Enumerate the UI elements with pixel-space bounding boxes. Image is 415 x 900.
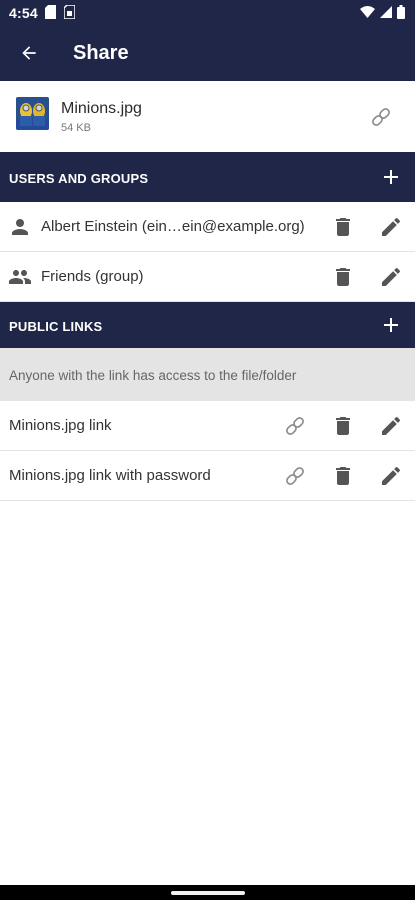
edit-link-button[interactable] (379, 464, 403, 488)
edit-share-button[interactable] (379, 265, 403, 289)
back-button[interactable] (14, 38, 44, 68)
share-row-group[interactable]: Friends (group) (0, 252, 415, 302)
public-link-label: Minions.jpg link (9, 417, 112, 434)
share-row-user[interactable]: Albert Einstein (ein…ein@example.org) (0, 202, 415, 252)
person-icon (8, 215, 32, 239)
plus-icon (384, 170, 398, 184)
page-title: Share (73, 42, 129, 64)
system-nav-bar (0, 885, 415, 900)
pencil-icon (382, 217, 401, 236)
trash-icon (336, 268, 350, 286)
status-system-icons (360, 5, 405, 19)
sim-card-icon (64, 5, 75, 19)
copy-link-button[interactable] (283, 464, 307, 488)
public-link-row[interactable]: Minions.jpg link (0, 401, 415, 451)
public-links-info: Anyone with the link has access to the f… (0, 348, 415, 401)
edit-link-button[interactable] (379, 414, 403, 438)
trash-icon (336, 467, 350, 485)
status-bar: 4:54 (0, 0, 415, 26)
link-icon (286, 417, 304, 435)
share-screen: 4:54 Share Minions.jpg 54 KB USERS AND G… (0, 0, 415, 900)
users-groups-header: USERS AND GROUPS (0, 152, 415, 202)
share-user-label: Albert Einstein (ein…ein@example.org) (41, 218, 305, 235)
pencil-icon (382, 416, 401, 435)
pencil-icon (382, 267, 401, 286)
battery-icon (397, 5, 405, 19)
file-name: Minions.jpg (61, 100, 142, 117)
edit-share-button[interactable] (379, 215, 403, 239)
public-link-row[interactable]: Minions.jpg link with password (0, 451, 415, 501)
pencil-icon (382, 466, 401, 485)
cell-signal-icon (380, 6, 392, 18)
file-thumbnail (16, 97, 49, 130)
sd-card-icon (45, 5, 56, 19)
public-links-header: PUBLIC LINKS (0, 302, 415, 348)
copy-private-link-button[interactable] (369, 105, 393, 129)
plus-icon (384, 318, 398, 332)
status-notification-icons (45, 5, 75, 19)
wifi-icon (360, 6, 375, 18)
app-toolbar: Share (0, 26, 415, 81)
share-group-label: Friends (group) (41, 268, 144, 285)
public-link-label: Minions.jpg link with password (9, 467, 211, 484)
trash-icon (336, 417, 350, 435)
home-gesture-handle[interactable] (171, 891, 245, 895)
link-icon (286, 467, 304, 485)
delete-link-button[interactable] (331, 414, 355, 438)
users-groups-title: USERS AND GROUPS (9, 171, 149, 186)
file-header: Minions.jpg 54 KB (0, 81, 415, 152)
add-public-link-button[interactable] (379, 313, 403, 337)
arrow-back-icon (22, 46, 36, 60)
public-links-info-text: Anyone with the link has access to the f… (9, 368, 297, 383)
file-size: 54 KB (61, 122, 91, 134)
add-user-button[interactable] (379, 165, 403, 189)
trash-icon (336, 218, 350, 236)
link-icon (372, 108, 390, 126)
public-links-title: PUBLIC LINKS (9, 319, 103, 334)
delete-share-button[interactable] (331, 215, 355, 239)
copy-link-button[interactable] (283, 414, 307, 438)
delete-link-button[interactable] (331, 464, 355, 488)
status-time: 4:54 (9, 5, 38, 21)
delete-share-button[interactable] (331, 265, 355, 289)
group-icon (8, 265, 32, 289)
